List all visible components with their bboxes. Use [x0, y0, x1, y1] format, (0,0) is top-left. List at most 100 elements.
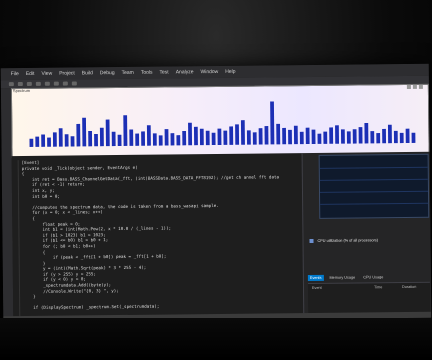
- spectrum-bar: [305, 127, 310, 145]
- spectrum-bar: [217, 128, 222, 145]
- spectrum-bar: [29, 138, 34, 147]
- spectrum-bar: [70, 136, 75, 147]
- menu-item-project[interactable]: Project: [59, 70, 75, 76]
- spectrum-bar: [41, 134, 46, 147]
- toolbar-icon[interactable]: [17, 82, 23, 87]
- desk-reflection: [0, 318, 432, 360]
- spectrum-bar: [176, 135, 181, 146]
- spectrum-bar: [311, 129, 316, 144]
- close-icon[interactable]: [418, 84, 423, 89]
- spectrum-bar: [382, 128, 387, 144]
- spectrum-bar: [370, 131, 375, 144]
- spectrum-bar: [317, 133, 322, 144]
- spectrum-bar: [323, 131, 328, 144]
- menu-item-window[interactable]: Window: [200, 69, 218, 75]
- toolbar-icon[interactable]: [8, 82, 14, 87]
- diagnostic-tools-panel: CPU utilization (% of all processors) Ev…: [301, 151, 432, 323]
- spectrum-bar: [276, 123, 281, 145]
- tab-cpu-usage[interactable]: CPU Usage: [361, 274, 385, 280]
- tab-events[interactable]: Events: [307, 274, 324, 282]
- column-time[interactable]: Time: [374, 285, 402, 289]
- code-editor[interactable]: [Event] private void _Tick(object sender,…: [11, 153, 304, 323]
- cpu-legend-swatch: [309, 238, 314, 244]
- spectrum-bar: [376, 133, 381, 144]
- menu-item-tools[interactable]: Tools: [141, 70, 153, 76]
- menu-item-team[interactable]: Team: [122, 70, 134, 76]
- spectrum-window-title: Spectrum: [12, 87, 31, 94]
- spectrum-bar: [229, 126, 234, 145]
- toolbar-icon[interactable]: [44, 81, 50, 86]
- menu-item-view[interactable]: View: [41, 71, 52, 77]
- spectrum-bar: [399, 132, 404, 144]
- spectrum-bar: [170, 133, 175, 146]
- column-duration[interactable]: Duration: [402, 285, 416, 289]
- spectrum-bar: [141, 131, 146, 146]
- spectrum-bar: [270, 101, 275, 145]
- spectrum-bar: [182, 131, 187, 146]
- spectrum-bar: [58, 128, 63, 147]
- spectrum-bar: [158, 135, 163, 146]
- spectrum-bar: [340, 129, 345, 144]
- minimize-icon[interactable]: [406, 84, 411, 89]
- spectrum-bar: [299, 131, 304, 145]
- spectrum-bar: [405, 128, 410, 144]
- monitor-screen: File Edit View Project Build Debug Team Tools Te…: [0, 63, 432, 323]
- spectrum-bar: [411, 132, 416, 143]
- spectrum-bar: [252, 132, 257, 145]
- spectrum-bar: [105, 119, 110, 147]
- spectrum-bar: [240, 120, 245, 145]
- spectrum-bar: [199, 128, 204, 146]
- spectrum-bar: [258, 128, 263, 145]
- spectrum-bar: [211, 132, 216, 146]
- menu-item-file[interactable]: File: [11, 71, 19, 77]
- spectrum-bar: [35, 136, 40, 147]
- column-event[interactable]: Event: [312, 285, 374, 290]
- spectrum-bar: [188, 122, 193, 146]
- cpu-utilization-graph: [318, 153, 430, 219]
- menu-item-debug[interactable]: Debug: [100, 70, 115, 76]
- menu-item-edit[interactable]: Edit: [26, 71, 35, 77]
- menu-item-test[interactable]: Test: [159, 69, 168, 75]
- spectrum-bar: [387, 124, 392, 144]
- spectrum-bar: [164, 129, 169, 146]
- spectrum-window: [10, 83, 430, 159]
- spectrum-bar: [358, 127, 363, 144]
- spectrum-bar: [99, 127, 104, 147]
- spectrum-bar: [52, 132, 57, 147]
- spectrum-bar: [288, 129, 292, 145]
- maximize-icon[interactable]: [412, 84, 417, 89]
- spectrum-bar: [364, 122, 369, 144]
- toolbar-icon[interactable]: [53, 81, 59, 86]
- window-controls: [406, 84, 423, 89]
- spectrum-bar: [282, 127, 287, 145]
- toolbar-icon[interactable]: [35, 81, 41, 86]
- events-table-header: Event Time Duration: [308, 283, 430, 292]
- menu-item-analyze[interactable]: Analyze: [176, 69, 194, 75]
- code-text[interactable]: [Event] private void _Tick(object sender,…: [22, 157, 302, 322]
- spectrum-bar: [246, 130, 251, 145]
- spectrum-bar: [329, 127, 334, 144]
- toolbar-icon[interactable]: [62, 81, 68, 86]
- spectrum-bar: [76, 123, 81, 147]
- spectrum-bar: [146, 125, 151, 146]
- editor-gutter: [11, 160, 21, 321]
- toolbar-icon[interactable]: [26, 81, 32, 86]
- spectrum-bar: [94, 133, 98, 147]
- spectrum-bars: [29, 101, 416, 147]
- spectrum-bar: [123, 115, 128, 146]
- spectrum-bar: [111, 131, 116, 147]
- tab-memory-usage[interactable]: Memory Usage: [327, 275, 357, 281]
- spectrum-bar: [393, 130, 398, 144]
- menu-item-build[interactable]: Build: [82, 70, 93, 76]
- toolbar-icon[interactable]: [71, 81, 77, 86]
- spectrum-bar: [293, 125, 298, 145]
- spectrum-bar: [264, 126, 269, 145]
- menu-item-help[interactable]: Help: [225, 69, 235, 75]
- diagnostic-tabs: Events Memory Usage CPU Usage: [307, 274, 385, 282]
- spectrum-bar: [223, 130, 228, 145]
- spectrum-bar: [64, 134, 69, 147]
- spectrum-bar: [47, 137, 51, 147]
- spectrum-bar: [346, 131, 351, 144]
- spectrum-bar: [205, 130, 210, 146]
- spectrum-bar: [352, 129, 357, 144]
